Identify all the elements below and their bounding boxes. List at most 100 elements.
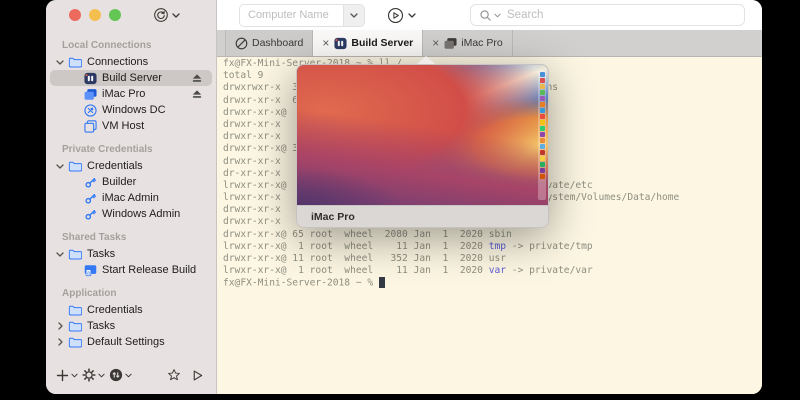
- favorite-star-button[interactable]: [167, 368, 181, 382]
- sidebar-item-default-settings[interactable]: Default Settings: [50, 334, 212, 350]
- sidebar-item-windows-admin[interactable]: Windows Admin: [50, 206, 212, 222]
- search-input[interactable]: [503, 9, 744, 21]
- settings-gear-button[interactable]: [82, 368, 105, 382]
- computer-name-combobox[interactable]: [239, 4, 365, 27]
- dock-app-icon: [540, 78, 545, 83]
- dock-app-icon: [540, 72, 545, 77]
- section-header-local-connections: Local Connections: [62, 39, 216, 52]
- search-icon: [479, 9, 492, 22]
- imac-pro-dark-icon: [444, 37, 457, 50]
- folder-icon: [68, 319, 82, 333]
- sidebar-item-tasks[interactable]: Tasks: [50, 246, 212, 262]
- dock-app-icon: [540, 150, 545, 155]
- folder-icon: [68, 159, 82, 173]
- key-icon: [83, 175, 97, 189]
- sidebar-item-label: Default Settings: [87, 336, 165, 348]
- folder-icon: [68, 335, 82, 349]
- close-window-button[interactable]: [69, 9, 81, 21]
- chevron-down-icon[interactable]: [56, 164, 64, 169]
- chevron-down-icon[interactable]: [56, 60, 64, 65]
- popup-title: iMac Pro: [297, 205, 548, 227]
- dock-app-icon: [540, 162, 545, 167]
- dock-app-icon: [540, 90, 545, 95]
- search-field[interactable]: [470, 4, 745, 26]
- chevron-down-icon: [98, 373, 105, 378]
- sidebar: Local Connections Connections Build Server…: [46, 0, 217, 394]
- sidebar-item-label: Builder: [102, 176, 136, 188]
- tab-build-server[interactable]: × Build Server: [313, 30, 423, 56]
- sidebar-item-label: Credentials: [87, 304, 143, 316]
- sidebar-item-label: Tasks: [87, 320, 115, 332]
- add-button[interactable]: [56, 369, 78, 382]
- chevron-right-icon[interactable]: [56, 338, 64, 346]
- section-header-private-credentials: Private Credentials: [62, 143, 216, 156]
- minimize-window-button[interactable]: [89, 9, 101, 21]
- imac-pro-icon: [83, 87, 97, 101]
- connect-sync-icon: [153, 7, 169, 23]
- terminal-line: lrwxr-xr-x@ 1 root wheel 11 Jan 1 2020 t…: [223, 241, 762, 253]
- sidebar-item-label: Build Server: [102, 72, 162, 84]
- chevron-down-icon: [172, 13, 180, 18]
- sidebar-item-start-release-build[interactable]: aStart Release Build: [50, 262, 212, 278]
- sort-order-button[interactable]: [109, 368, 132, 382]
- folder-icon: [68, 247, 82, 261]
- dashboard-icon: [235, 37, 248, 50]
- close-tab-icon[interactable]: ×: [432, 36, 439, 50]
- terminal-line: lrwxr-xr-x@ 1 root wheel 11 Jan 1 2020 v…: [223, 265, 762, 277]
- sidebar-item-connections[interactable]: Connections: [50, 54, 212, 70]
- eject-button[interactable]: [191, 88, 203, 100]
- sidebar-sections: Local Connections Connections Build Server…: [46, 30, 216, 360]
- chevron-down-icon: [408, 13, 416, 18]
- tab-label: Dashboard: [252, 37, 303, 49]
- computer-name-input[interactable]: [240, 5, 343, 26]
- chevron-right-icon[interactable]: [56, 322, 64, 330]
- sidebar-item-label: Start Release Build: [102, 264, 196, 276]
- tab-dashboard[interactable]: Dashboard: [225, 30, 313, 56]
- sidebar-item-windows-dc[interactable]: Windows DC: [50, 102, 212, 118]
- sidebar-item-vm-host[interactable]: VM Host: [50, 118, 212, 134]
- dock-app-icon: [540, 102, 545, 107]
- sidebar-item-label: VM Host: [102, 120, 144, 132]
- chevron-down-icon: [125, 373, 132, 378]
- close-tab-icon[interactable]: ×: [322, 36, 329, 50]
- dock-app-icon: [540, 132, 545, 137]
- dock-app-icon: [540, 96, 545, 101]
- folder-icon: [68, 303, 82, 317]
- sidebar-item-tasks[interactable]: Tasks: [50, 318, 212, 334]
- sidebar-bottom-toolbar: [46, 360, 216, 394]
- tab-imac-pro[interactable]: × iMac Pro: [423, 30, 512, 56]
- tab-label: Build Server: [351, 37, 413, 49]
- terminal-line: drwxr-xr-x@ 65 root wheel 2080 Jan 1 202…: [223, 229, 762, 241]
- connection-preview-popup: iMac Pro: [296, 64, 547, 226]
- key-icon: [83, 207, 97, 221]
- connect-play-toolbar-button[interactable]: [387, 7, 416, 24]
- chevron-down-icon[interactable]: [494, 13, 501, 18]
- tab-label: iMac Pro: [461, 37, 502, 49]
- chevron-down-icon[interactable]: [343, 5, 364, 26]
- sidebar-item-credentials[interactable]: Credentials: [50, 158, 212, 174]
- dock-app-icon: [540, 168, 545, 173]
- screen-thumbnail: [297, 65, 548, 205]
- chevron-down-icon[interactable]: [56, 252, 64, 257]
- zoom-window-button[interactable]: [109, 9, 121, 21]
- sidebar-item-label: iMac Pro: [102, 88, 145, 100]
- eject-button[interactable]: [191, 72, 203, 84]
- dock-app-icon: [540, 108, 545, 113]
- sidebar-item-build-server[interactable]: Build Server: [50, 70, 212, 86]
- section-header-shared-tasks: Shared Tasks: [62, 231, 216, 244]
- dock-app-icon: [540, 144, 545, 149]
- dock-strip: [538, 70, 546, 200]
- connect-play-button[interactable]: [191, 369, 204, 382]
- symlink-name: tmp: [489, 241, 506, 252]
- sidebar-item-imac-admin[interactable]: iMac Admin: [50, 190, 212, 206]
- build-server-icon: [334, 37, 347, 50]
- dock-app-icon: [540, 114, 545, 119]
- vm-host-icon: [83, 119, 97, 133]
- sidebar-item-builder[interactable]: Builder: [50, 174, 212, 190]
- tab-bar: Dashboard × Build Server × iMac Pro: [217, 30, 762, 57]
- sidebar-item-imac-pro[interactable]: iMac Pro: [50, 86, 212, 102]
- dock-app-icon: [540, 84, 545, 89]
- sidebar-item-credentials[interactable]: Credentials: [50, 302, 212, 318]
- connect-button[interactable]: [153, 7, 180, 23]
- app-window: Local Connections Connections Build Server…: [46, 0, 762, 394]
